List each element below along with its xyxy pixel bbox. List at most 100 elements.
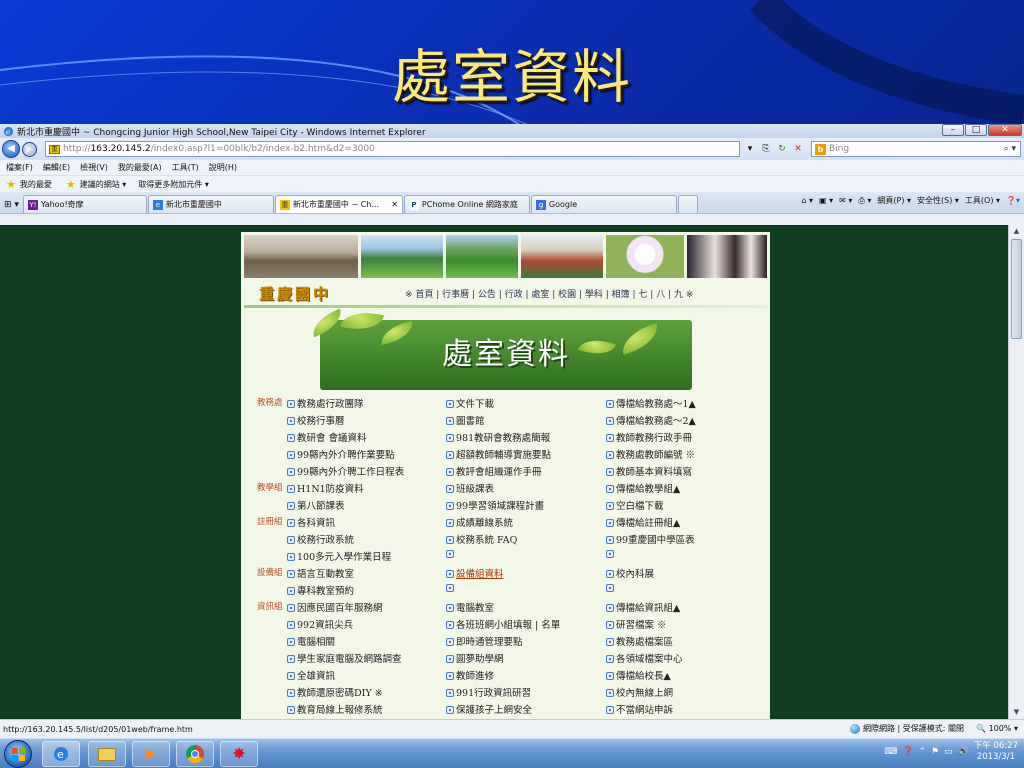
list-link[interactable] [446,583,456,594]
list-link[interactable]: 99重慶國中學區表 [606,532,695,546]
search-input[interactable]: b Bing ⌕ ▾ [811,141,1021,157]
menu-edit[interactable]: 編輯(E) [43,162,70,173]
list-link[interactable]: 研習檔案 ※ [606,617,667,631]
list-link[interactable] [606,549,616,560]
list-link[interactable]: 文件下載 [446,396,494,410]
list-link[interactable]: 即時通管理要點 [446,634,523,648]
network-icon[interactable]: ▭ [944,747,953,757]
close-window-button[interactable]: ✕ [988,124,1022,136]
favorites-button[interactable]: 我的最愛 [20,179,52,190]
scroll-thumb[interactable] [1011,239,1022,339]
address-dropdown-icon[interactable]: ▾ [743,142,757,156]
list-link[interactable]: 第八節課表 [287,498,345,512]
list-link[interactable]: 學生家庭電腦及網路調查 [287,651,402,665]
list-link[interactable]: 校務系統 FAQ [446,532,517,546]
list-link[interactable]: 圓夢助學網 [446,651,504,665]
minimize-button[interactable]: – [942,124,964,136]
list-link[interactable]: 991行政資訊研習 [446,685,531,699]
list-link[interactable]: 成績離線系統 [446,515,513,529]
list-link[interactable]: 傳檔給教學組▲ [606,481,680,495]
list-link[interactable]: 99縣內外介聘工作日程表 [287,464,404,478]
scroll-down-icon[interactable]: ▼ [1011,707,1022,718]
list-link[interactable]: 專科教室預約 [287,583,354,597]
search-icon[interactable]: ⌕ ▾ [1004,144,1016,154]
menu-tools[interactable]: 工具(T) [172,162,199,173]
scroll-up-icon[interactable]: ▲ [1011,226,1022,237]
tools-menu[interactable]: 工具(O) ▾ [965,195,1000,206]
suggested-sites-link[interactable]: 建議的網站 ▾ [80,179,127,190]
list-link[interactable]: 超額教師輔導實施要點 [446,447,551,461]
zoom-control[interactable]: 🔍 100% ▾ [976,724,1018,733]
list-link[interactable]: 校內科展 [606,566,654,580]
window-titlebar[interactable]: e 新北市重慶國中 ~ Chongcing Junior High School… [0,124,1024,138]
list-link[interactable]: 各班班網小組填報 | 名單 [446,617,560,631]
list-link[interactable]: 教務處教師編號 ※ [606,447,695,461]
help-tray-icon[interactable]: ❓ [902,747,913,757]
list-link[interactable]: 圖書館 [446,413,485,427]
list-link[interactable] [606,583,616,594]
list-link[interactable]: 空白檔下載 [606,498,664,512]
list-link[interactable]: 全雄資訊 [287,668,335,682]
list-link[interactable]: 班級課表 [446,481,494,495]
tab-pchome[interactable]: P PChome Online 網路家庭 [403,195,530,213]
quick-tabs-icon[interactable]: ⊞ ▾ [4,200,19,210]
flag-icon[interactable]: ⚑ [931,747,939,757]
taskbar-explorer-icon[interactable] [88,741,126,767]
list-link[interactable]: 語言互動教室 [287,566,354,580]
list-link[interactable]: 校務行政系統 [287,532,354,546]
taskbar-chrome-icon[interactable] [176,741,214,767]
tab-school-active[interactable]: 重 新北市重慶國中 ~ Ch... ✕ [274,195,403,213]
list-link[interactable]: 不當網站申訴 [606,702,673,716]
list-link[interactable]: 981教研會教務處簡報 [446,430,550,444]
list-link[interactable]: 教研會 會議資料 [287,430,367,444]
list-link[interactable] [446,549,456,560]
print-icon[interactable]: ⎙ ▾ [858,196,871,206]
start-button[interactable] [4,740,32,768]
list-link[interactable]: 教師進修 [446,668,494,682]
refresh-icon[interactable]: ↻ [775,142,789,156]
menu-favorites[interactable]: 我的最愛(A) [118,162,162,173]
keyboard-icon[interactable]: ⌨ [884,747,897,757]
taskbar-app-icon[interactable]: ✸ [220,741,258,767]
mail-icon[interactable]: ✉ ▾ [839,196,852,205]
tray-expand-icon[interactable]: ⌃ [918,747,926,757]
volume-icon[interactable]: 🔊 [958,747,969,757]
list-link[interactable]: 100多元入學作業日程 [287,549,391,563]
list-link[interactable]: 教師教務行政手冊 [606,430,692,444]
list-link[interactable]: 99縣內外介聘作業要點 [287,447,395,461]
list-link[interactable]: 校務行事曆 [287,413,345,427]
add-favorite-icon[interactable]: ★ [66,178,76,191]
address-bar[interactable]: 重 http://163.20.145.2/index0.asp?l1=00bl… [45,141,740,157]
list-link[interactable]: 傳檔給資訊組▲ [606,600,680,614]
safety-menu[interactable]: 安全性(S) ▾ [917,195,959,206]
help-icon[interactable]: ❓▾ [1006,196,1020,205]
list-link[interactable]: 教師還原密碼DIY ※ [287,685,383,699]
list-link[interactable]: 電腦教室 [446,600,494,614]
list-link[interactable]: 傳檔給教務處～2▲ [606,413,696,427]
list-link[interactable]: 教務處檔案區 [606,634,673,648]
list-link[interactable]: 教評會組織運作手冊 [446,464,542,478]
tab-google[interactable]: g Google [530,195,677,213]
tab-school-home[interactable]: e 新北市重慶國中 [147,195,274,213]
list-link[interactable]: 教師基本資料填寫 [606,464,692,478]
taskbar-ie-icon[interactable]: e [42,741,80,767]
home-icon[interactable]: ⌂ ▾ [801,196,813,205]
internet-zone[interactable]: 網際網路 | 受保護模式: 關閉 [850,723,964,734]
clock[interactable]: 下午 06:27 2013/3/1 [974,741,1018,763]
compatibility-icon[interactable]: ⎘ [759,142,773,156]
taskbar-media-icon[interactable]: ▶ [132,741,170,767]
forward-button[interactable]: ▶ [22,141,37,157]
list-link[interactable]: 各科資訊 [287,515,335,529]
maximize-button[interactable]: □ [965,124,987,136]
list-link[interactable]: 教務處行政團隊 [287,396,364,410]
list-link[interactable]: 電腦相關 [287,634,335,648]
list-link[interactable]: 因應民國百年服務網 [287,600,383,614]
list-link[interactable]: 傳檔給校長▲ [606,668,671,682]
list-link[interactable]: 保護孩子上網安全 [446,702,532,716]
list-link-visited[interactable]: 設備組資料 [446,566,504,580]
vertical-scrollbar[interactable]: ▲ ▼ [1008,225,1024,719]
back-button[interactable]: ◀ [2,140,20,158]
list-link[interactable]: 教育局線上報修系統 [287,702,383,716]
tab-yahoo[interactable]: Y! Yahoo!奇摩 [22,195,147,213]
list-link[interactable]: 992資訊尖兵 [287,617,353,631]
